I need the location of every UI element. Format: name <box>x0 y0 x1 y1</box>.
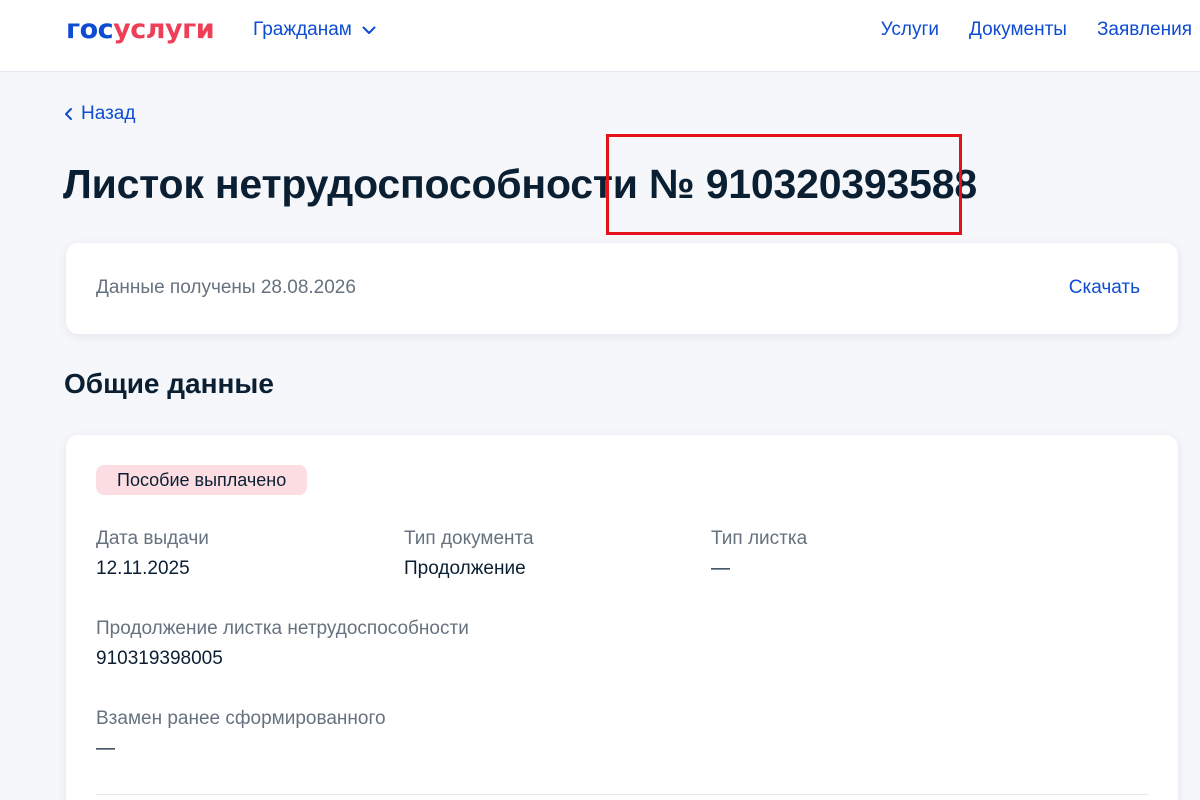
logo-part-uslugi: услуги <box>113 14 215 45</box>
back-link-label: Назад <box>81 103 136 124</box>
field-continuation-value: 910319398005 <box>96 648 223 669</box>
page-title: Листок нетрудоспособности № 910320393588 <box>63 158 977 210</box>
field-issue-date: Дата выдачи 12.11.2025 <box>96 527 209 581</box>
data-received-text: Данные получены 28.08.2026 <box>96 277 356 298</box>
field-continuation: Продолжение листка нетрудоспособности 91… <box>96 617 469 671</box>
general-data-card: Пособие выплачено Дата выдачи 12.11.2025… <box>66 435 1178 800</box>
field-replacement-label: Взамен ранее сформированного <box>96 708 386 729</box>
general-data-heading: Общие данные <box>64 368 274 399</box>
gosuslugi-logo[interactable]: госуслуги <box>66 12 215 48</box>
field-sheet-type-label: Тип листка <box>711 528 808 549</box>
page-title-text: Листок нетрудоспособности <box>63 161 638 207</box>
field-replacement: Взамен ранее сформированного — <box>96 707 386 761</box>
nav-link-applications[interactable]: Заявления <box>1097 18 1192 42</box>
nav-link-services[interactable]: Услуги <box>881 18 939 42</box>
chevron-down-icon <box>362 26 376 34</box>
field-replacement-value: — <box>96 738 115 759</box>
field-sheet-type-value: — <box>711 558 730 579</box>
section-divider <box>96 794 1148 795</box>
field-doc-type-value: Продолжение <box>404 558 526 579</box>
field-issue-date-label: Дата выдачи <box>96 528 209 549</box>
sick-leave-number: № 910320393588 <box>649 161 977 207</box>
top-header: госуслуги Гражданам Услуги Документы Зая… <box>0 0 1200 72</box>
logo-part-gos: гос <box>66 14 114 45</box>
field-doc-type-label: Тип документа <box>404 528 534 549</box>
nav-link-documents[interactable]: Документы <box>969 18 1067 42</box>
chevron-left-icon <box>65 108 72 120</box>
back-link[interactable]: Назад <box>64 102 135 126</box>
field-sheet-type: Тип листка — <box>711 527 807 581</box>
field-issue-date-value: 12.11.2025 <box>96 558 190 579</box>
citizens-menu-dropdown[interactable]: Гражданам <box>253 18 376 42</box>
citizens-menu-label: Гражданам <box>253 19 352 40</box>
status-badge: Пособие выплачено <box>96 465 308 495</box>
download-link[interactable]: Скачать <box>1069 276 1140 300</box>
field-continuation-label: Продолжение листка нетрудоспособности <box>96 618 469 639</box>
main-nav: Услуги Документы Заявления <box>881 18 1192 42</box>
field-doc-type: Тип документа Продолжение <box>404 527 534 581</box>
data-received-card: Данные получены 28.08.2026 Скачать <box>66 243 1178 334</box>
